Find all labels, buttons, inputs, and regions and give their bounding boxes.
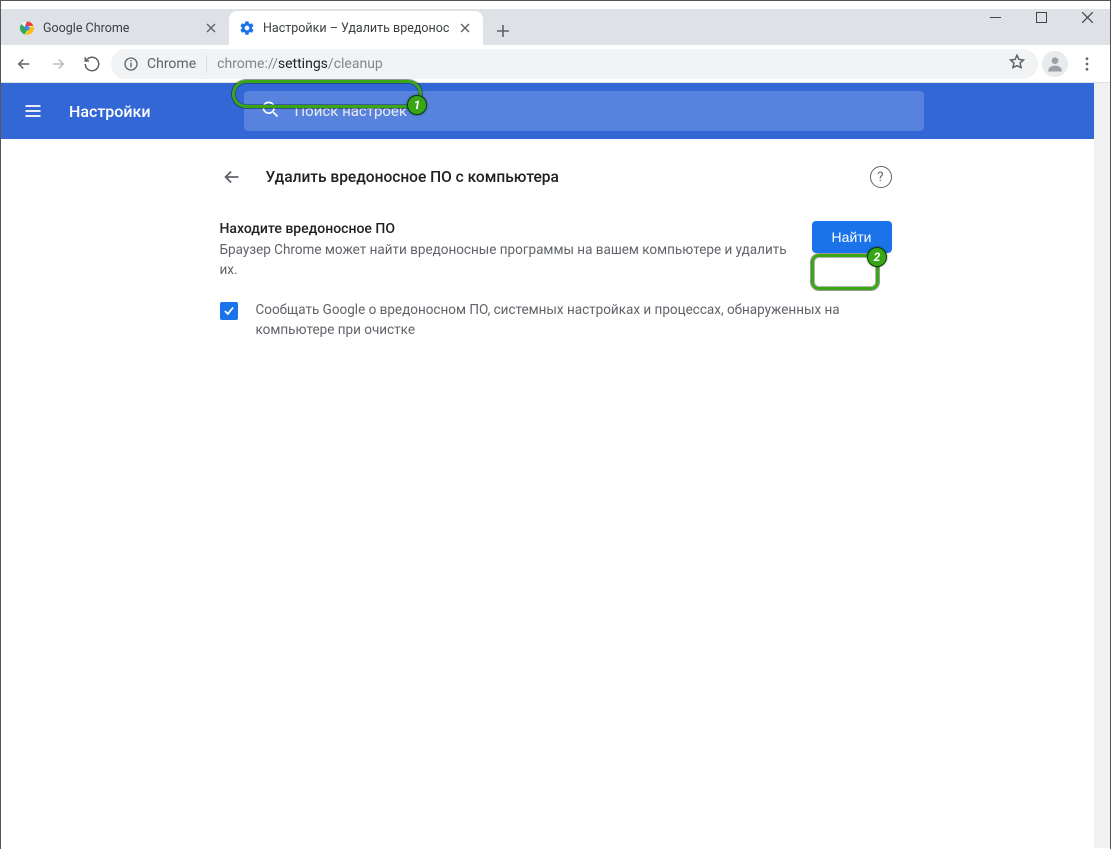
nav-back-button[interactable] [9, 49, 39, 79]
settings-favicon-icon [239, 20, 255, 36]
report-checkbox[interactable] [220, 302, 238, 320]
search-icon [260, 99, 280, 123]
window-minimize-button[interactable] [972, 1, 1018, 33]
browser-menu-button[interactable] [1072, 49, 1102, 79]
chrome-favicon-icon [19, 20, 35, 36]
site-info-icon[interactable]: Chrome [123, 56, 196, 72]
site-label: Chrome [147, 56, 196, 72]
settings-title: Настройки [69, 102, 150, 121]
tab-close-icon[interactable] [203, 20, 219, 36]
settings-search-input[interactable]: Поиск настроек [244, 91, 924, 131]
window-close-button[interactable] [1064, 1, 1110, 33]
page-title: Удалить вредоносное ПО с компьютера [266, 168, 848, 186]
nav-forward-button[interactable] [43, 49, 73, 79]
profile-avatar-button[interactable] [1042, 51, 1068, 77]
tab-close-icon[interactable] [457, 20, 473, 36]
window-titlebar [1, 1, 1110, 9]
tab-title: Настройки – Удалить вредонос [263, 21, 449, 36]
tab-google-chrome[interactable]: Google Chrome [9, 11, 229, 45]
tab-strip: Google Chrome Настройки – Удалить вредон… [1, 9, 1110, 45]
window-maximize-button[interactable] [1018, 1, 1064, 33]
help-icon[interactable]: ? [870, 166, 892, 188]
nav-reload-button[interactable] [77, 49, 107, 79]
section-description: Браузер Chrome может найти вредоносные п… [220, 241, 796, 280]
tab-title: Google Chrome [43, 21, 195, 36]
settings-header: Настройки Поиск настроек [1, 83, 1110, 139]
checkbox-label: Сообщать Google о вредоносном ПО, систем… [256, 300, 892, 341]
tab-settings-cleanup[interactable]: Настройки – Удалить вредонос [229, 11, 483, 45]
new-tab-button[interactable] [489, 17, 517, 45]
annotation-2-badge: 2 [867, 247, 887, 267]
settings-search-placeholder: Поиск настроек [294, 102, 407, 120]
omnibox[interactable]: Chrome chrome://settings/cleanup [111, 49, 1038, 79]
scrollbar[interactable] [1094, 83, 1110, 848]
bookmark-star-icon[interactable] [1008, 53, 1026, 75]
section-title: Находите вредоносное ПО [220, 221, 796, 237]
hamburger-menu-button[interactable] [21, 99, 45, 123]
browser-toolbar: Chrome chrome://settings/cleanup [1, 45, 1110, 83]
annotation-1-badge: 1 [407, 95, 427, 115]
settings-content: Удалить вредоносное ПО с компьютера ? На… [1, 139, 1110, 850]
url-text: chrome://settings/cleanup [217, 56, 383, 72]
settings-back-button[interactable] [220, 165, 244, 189]
